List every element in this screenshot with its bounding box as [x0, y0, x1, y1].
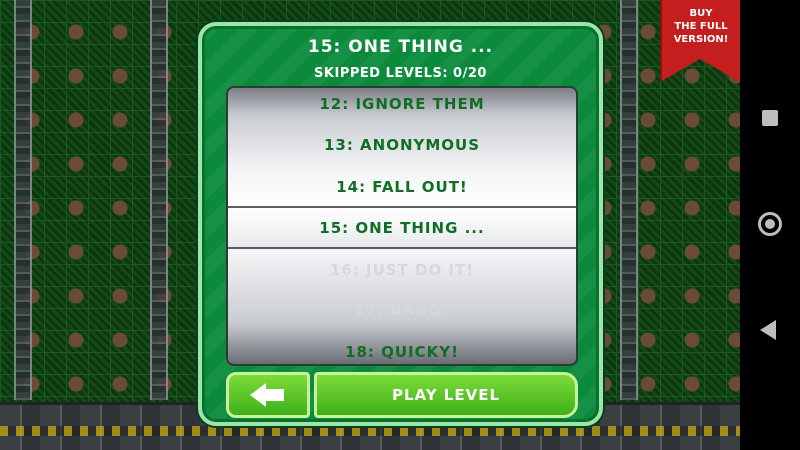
arrow-left-icon — [250, 383, 286, 407]
buy-full-version-text: BUY THE FULL VERSION! — [673, 8, 729, 45]
skipped-levels-count: SKIPPED LEVELS: 0/20 — [314, 66, 487, 81]
android-navigation-bar — [740, 0, 800, 450]
level-item-14[interactable]: 14: FALL OUT! — [228, 167, 576, 207]
level-item-12[interactable]: 12: IGNORE THEM — [228, 88, 576, 124]
level-item-15-selected[interactable]: 15: ONE THING ... — [228, 208, 576, 248]
level-item-16: 16: JUST DO IT! — [329, 261, 475, 279]
level-item-18[interactable]: 18: QUICKY! — [228, 332, 576, 364]
circuit-wall — [14, 0, 32, 400]
level-picker-wheel[interactable]: 12: IGNORE THEM 13: ANONYMOUS 14: FALL O… — [226, 86, 578, 366]
level-item-17: 17: BANG! — [354, 301, 450, 319]
circuit-wall — [620, 0, 638, 400]
level-item-13[interactable]: 13: ANONYMOUS — [228, 125, 576, 165]
selected-level-title: 15: ONE THING ... — [307, 37, 494, 57]
hazard-stripes — [0, 426, 740, 436]
level-select-dialog: 15: ONE THING ... SKIPPED LEVELS: 0/20 1… — [198, 22, 603, 426]
play-level-button[interactable]: PLAY LEVEL — [314, 372, 578, 418]
back-button[interactable] — [226, 372, 310, 418]
circuit-wall — [150, 0, 168, 400]
home-icon[interactable] — [758, 212, 782, 236]
back-icon[interactable] — [760, 320, 784, 344]
recent-apps-icon[interactable] — [758, 106, 782, 130]
